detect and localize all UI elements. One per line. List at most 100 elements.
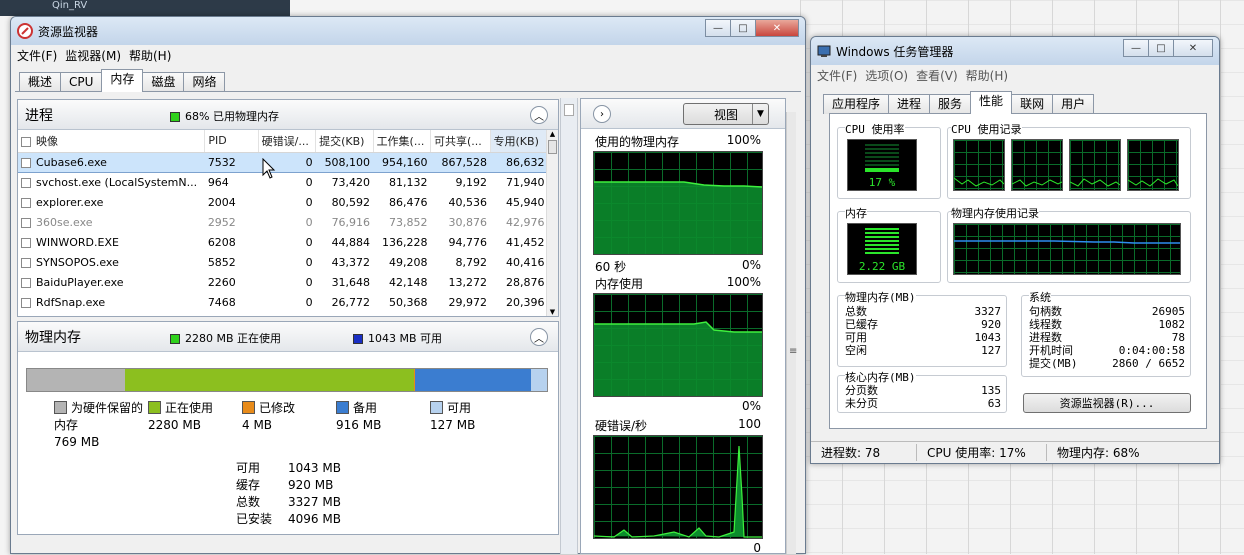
table-row[interactable]: WINWORD.EXE 6208 0 44,884 136,228 94,776 41,45… [18,232,548,252]
table-row[interactable]: 360se.exe 2952 0 76,916 73,852 30,876 42,976 [18,212,548,232]
available-label: 1043 MB 可用 [368,332,443,345]
processes-header[interactable]: 进程 68% 已用物理内存 ︿ [18,100,558,130]
tab-cpu[interactable]: CPU [60,72,103,92]
cell-working-set: 73,852 [389,215,428,229]
taskmgr-minimize-button[interactable]: — [1123,39,1149,57]
legend-standby: 备用 916 MB [336,401,382,432]
splitter-grip-icon[interactable]: ≡ [789,346,797,357]
col-pid[interactable]: PID [204,130,259,153]
menu-help[interactable]: 帮助(H) [129,47,171,64]
cell-hard-faults: 0 [305,295,313,309]
taskmgr-titlebar[interactable]: Windows 任务管理器 — □ ✕ [811,37,1219,65]
taskmgr-close-button[interactable]: ✕ [1173,39,1213,57]
process-scrollbar[interactable]: ▲ ▼ [546,130,558,316]
taskmgr-app-icon [817,45,831,57]
table-row[interactable]: BaiduPlayer.exe 2260 0 31,648 42,148 13,272 28… [18,272,548,292]
tab-disk[interactable]: 磁盘 [142,72,185,92]
cell-shareable: 13,272 [448,275,488,289]
panel-splitter[interactable] [560,98,578,554]
taskmgr-maximize-button[interactable]: □ [1148,39,1174,57]
tab-services[interactable]: 服务 [929,94,972,114]
cell-pid: 2004 [207,195,236,209]
row-checkbox[interactable] [21,197,31,208]
close-button[interactable]: ✕ [755,19,799,37]
tm-menu-view[interactable]: 查看(V) [916,67,958,84]
col-private[interactable]: 专用(KB) [490,130,549,153]
table-row[interactable]: RdfSnap.exe 7468 0 26,772 50,368 29,972 20,396 [18,292,548,312]
tm-menu-help[interactable]: 帮助(H) [966,67,1008,84]
physical-memory-header[interactable]: 物理内存 2280 MB 正在使用 1043 MB 可用 ︿ [18,322,558,352]
taskmgr-tabs: 应用程序 进程 服务 性能 联网 用户 [823,91,1095,114]
legend-swatch-standby [336,401,349,414]
tm-system-values: 句柄数 26905 线程数 1082 进程数 78 开机时间 0:04:00:58 提交… [1029,305,1185,370]
background-window-strip: Qin_RV [0,0,290,16]
col-shareable[interactable]: 可共享(... [430,130,491,153]
graph1-time: 60 秒 [595,260,627,274]
resmon-menubar: 文件(F) 监视器(M) 帮助(H) [11,45,805,65]
cell-shareable: 40,536 [448,195,488,209]
row-checkbox[interactable] [21,217,31,228]
menu-file[interactable]: 文件(F) [17,47,57,64]
select-all-checkbox[interactable] [21,136,31,147]
process-name: 360se.exe [36,215,93,229]
col-working-set[interactable]: 工作集(... [373,130,432,153]
resource-monitor-button[interactable]: 资源监视器(R)... [1023,393,1191,413]
legend-swatch-free [430,401,443,414]
row-checkbox[interactable] [21,297,31,308]
cell-commit: 80,592 [331,195,371,209]
cell-working-set: 954,160 [373,151,431,173]
tm-system-title: 系统 [1029,289,1051,305]
cell-shareable: 30,876 [448,215,488,229]
row-checkbox[interactable] [21,177,31,188]
view-dropdown[interactable]: 视图 ▼ [683,103,769,125]
maximize-button[interactable]: □ [730,19,756,37]
cell-commit: 44,884 [331,235,371,249]
row-checkbox[interactable] [21,157,31,168]
collapse-processes-button[interactable]: ︿ [530,106,548,124]
cell-image-name: 360se.exe [18,212,205,232]
background-window-title: Qin_RV [52,0,88,11]
row-checkbox[interactable] [21,237,31,248]
cell-private: 71,940 [506,175,545,189]
cell-image-name: WINWORD.EXE [18,232,205,252]
tab-networking[interactable]: 联网 [1011,94,1054,114]
tab-overview[interactable]: 概述 [19,72,62,92]
memory-label: 内存 [845,205,867,221]
graph2-min: 0% [741,399,761,413]
process-name: svchost.exe (LocalSystemN... [36,175,198,189]
minimize-button[interactable]: — [705,19,731,37]
cell-private: 28,876 [506,275,545,289]
cell-commit: 26,772 [331,295,371,309]
tm-menu-options[interactable]: 选项(O) [865,67,908,84]
collapse-memory-button[interactable]: ︿ [530,328,548,346]
mouse-cursor-icon [262,158,276,179]
col-image[interactable]: 映像 [18,130,206,153]
tab-users[interactable]: 用户 [1052,94,1095,114]
table-row[interactable]: Cubase6.exe 7532 0 508,100 954,160 867,528 86,… [18,151,548,173]
col-commit[interactable]: 提交(KB) [315,130,374,153]
memory-summary: 可用 1043 MB 缓存 920 MB 总数 3327 MB 已安装 4096 MB [236,461,341,526]
taskmgr-title: Windows 任务管理器 [836,44,954,59]
memory-meter: 2.22 GB [847,223,917,275]
tab-performance[interactable]: 性能 [970,91,1013,114]
tm-menu-file[interactable]: 文件(F) [817,67,857,84]
memory-usage-bar [26,368,548,392]
tab-memory[interactable]: 内存 [101,69,144,92]
menu-monitor[interactable]: 监视器(M) [65,47,121,64]
status-cpu-usage: CPU 使用率: 17% [917,444,1047,461]
row-checkbox[interactable] [21,277,31,288]
table-row[interactable]: explorer.exe 2004 0 80,592 86,476 40,536 45,94… [18,192,548,212]
expand-graphs-button[interactable]: › [593,105,611,123]
row-checkbox[interactable] [21,257,31,268]
tab-network[interactable]: 网络 [183,72,226,92]
table-row[interactable]: SYNSOPOS.exe 5852 0 43,372 49,208 8,792 40,416 [18,252,548,272]
tab-applications[interactable]: 应用程序 [823,94,890,114]
cell-hard-faults: 0 [305,255,313,269]
tab-processes[interactable]: 进程 [888,94,931,114]
table-row[interactable]: svchost.exe (LocalSystemN... 964 0 73,420 81… [18,172,548,192]
col-hard-faults[interactable]: 硬错误/... [258,130,317,153]
graph-pane-scrollbar[interactable] [786,112,796,554]
resmon-titlebar[interactable]: 资源监视器 — □ ✕ [11,17,805,45]
process-name: WINWORD.EXE [36,235,119,249]
cell-private: 20,396 [506,295,545,309]
